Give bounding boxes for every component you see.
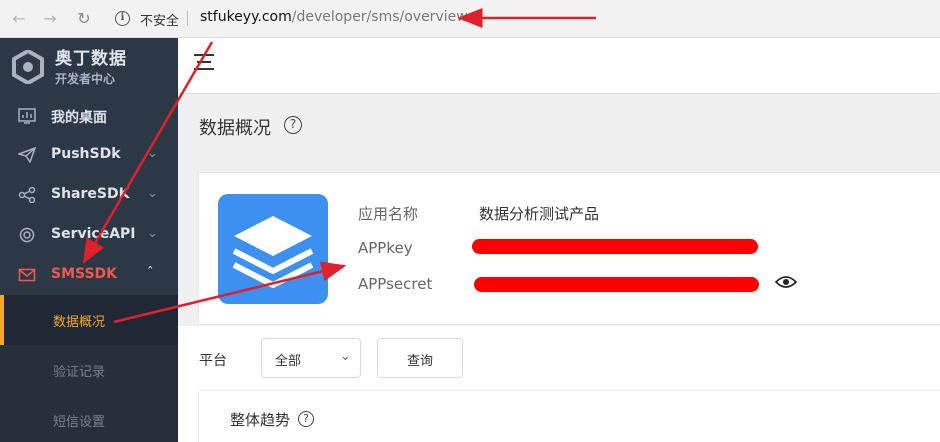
send-icon <box>18 147 36 163</box>
eye-icon[interactable] <box>775 275 797 289</box>
menu-toggle-icon[interactable] <box>194 53 214 71</box>
subnav-item-label: 短信设置 <box>53 415 106 430</box>
security-label: 不安全 <box>140 14 180 29</box>
app-logo <box>218 194 328 304</box>
address-bar[interactable]: i 不安全 stfukeyy.com/developer/sms/overvie… <box>108 6 940 31</box>
sidebar: 奥丁数据 开发者中心 我的桌面 PushSDk ⌄ ShareSDK ⌄ Ser… <box>0 38 178 442</box>
screen: ← → ↻ i 不安全 stfukeyy.com/developer/sms/o… <box>0 0 940 442</box>
redaction-mark <box>474 277 759 292</box>
sidebar-item-label: ShareSDK <box>51 186 130 202</box>
layers-icon <box>232 216 314 288</box>
platform-label: 平台 <box>199 353 227 369</box>
reload-icon[interactable]: ↻ <box>73 8 95 30</box>
platform-select-value: 全部 <box>275 354 302 369</box>
site-info-icon[interactable]: i <box>115 11 130 26</box>
subnav-item-label: 验证记录 <box>53 365 106 380</box>
query-button-label: 查询 <box>406 354 433 369</box>
sidebar-item-label: ServiceAPI <box>51 226 136 242</box>
forward-arrow-icon[interactable]: → <box>39 8 61 30</box>
appsecret-label: APPsecret <box>358 275 433 293</box>
trend-title: 整体趋势 <box>230 411 291 429</box>
url-path: /developer/sms/overview <box>291 9 468 25</box>
subnav-item-verify-records[interactable]: 验证记录 <box>0 345 178 395</box>
chevron-down-icon: ⌄ <box>147 146 158 161</box>
brand-subtitle: 开发者中心 <box>55 72 116 86</box>
browser-toolbar: ← → ↻ i 不安全 stfukeyy.com/developer/sms/o… <box>0 0 940 38</box>
target-icon <box>19 227 35 243</box>
share-icon <box>18 187 36 203</box>
url-host: stfukeyy.com <box>200 9 292 25</box>
app-name-value: 数据分析测试产品 <box>479 205 600 223</box>
sidebar-item-label: 我的桌面 <box>51 110 107 126</box>
redaction-mark <box>472 239 758 254</box>
page-title: 数据概况 <box>199 118 271 139</box>
appkey-label: APPkey <box>358 239 413 257</box>
help-icon[interactable]: ? <box>284 116 302 134</box>
chevron-up-icon: ˆ <box>147 266 154 281</box>
top-bar <box>178 38 940 94</box>
hexagon-logo-icon <box>12 50 44 84</box>
dashboard-icon <box>18 108 36 124</box>
subnav-item-sms-settings[interactable]: 短信设置 <box>0 395 178 442</box>
sidebar-item-sharesdk[interactable]: ShareSDK ⌄ <box>0 175 178 215</box>
mail-icon <box>18 268 36 282</box>
chevron-down-icon: ⌄ <box>340 349 351 364</box>
subnav-item-overview[interactable]: 数据概况 <box>0 295 178 345</box>
sidebar-item-label: SMSSDK <box>51 266 118 282</box>
sidebar-item-smssdk[interactable]: SMSSDK ˆ <box>0 255 178 295</box>
help-icon[interactable]: ? <box>298 411 314 427</box>
sidebar-item-serviceapi[interactable]: ServiceAPI ⌄ <box>0 215 178 255</box>
sidebar-item-desktop[interactable]: 我的桌面 <box>0 96 178 136</box>
query-button[interactable]: 查询 <box>377 338 463 378</box>
platform-select[interactable]: 全部 ⌄ <box>261 338 361 378</box>
app-name-label: 应用名称 <box>358 205 419 223</box>
back-arrow-icon[interactable]: ← <box>8 8 30 30</box>
chevron-down-icon: ⌄ <box>147 226 158 241</box>
subnav-item-label: 数据概况 <box>53 315 106 330</box>
url-text[interactable]: stfukeyy.com/developer/sms/overview <box>200 9 468 25</box>
sidebar-item-label: PushSDk <box>51 146 121 162</box>
chevron-down-icon: ⌄ <box>147 186 158 201</box>
sidebar-item-pushsdk[interactable]: PushSDk ⌄ <box>0 135 178 175</box>
brand-name: 奥丁数据 <box>55 49 127 69</box>
address-divider <box>187 11 188 26</box>
brand[interactable]: 奥丁数据 开发者中心 <box>0 38 178 96</box>
